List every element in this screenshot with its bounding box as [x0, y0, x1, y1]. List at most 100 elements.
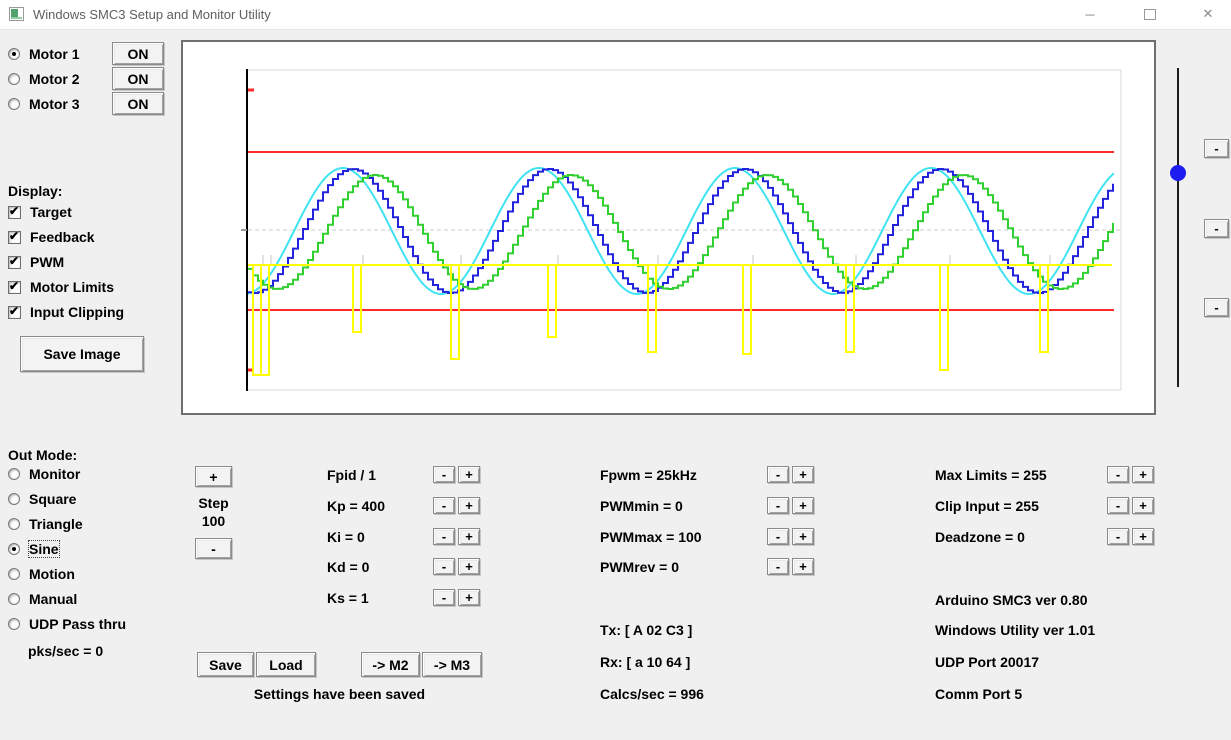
max-limits-label: Max Limits = 255 [935, 467, 1047, 483]
save-image-button[interactable]: Save Image [20, 336, 144, 372]
pwmrev-plus-button[interactable]: + [792, 558, 814, 575]
checkbox-feedback[interactable]: Feedback [8, 229, 95, 245]
kp-plus-button[interactable]: + [458, 497, 480, 514]
out-mode-triangle-label: Triangle [29, 516, 83, 532]
ki-plus-button[interactable]: + [458, 528, 480, 545]
pwmmin-minus-button[interactable]: - [767, 497, 789, 514]
kp-minus-button[interactable]: - [433, 497, 455, 514]
kd-minus-button[interactable]: - [433, 558, 455, 575]
deadzone-label: Deadzone = 0 [935, 529, 1025, 545]
checkbox-input-clipping[interactable]: Input Clipping [8, 304, 124, 320]
fpid-plus-button[interactable]: + [458, 466, 480, 483]
motor-2-radio[interactable]: Motor 2 [8, 71, 80, 87]
window-title: Windows SMC3 Setup and Monitor Utility [33, 7, 271, 22]
ks-minus-button[interactable]: - [433, 589, 455, 606]
out-mode-sine-radio[interactable]: Sine [8, 540, 60, 558]
step-minus-button[interactable]: - [195, 538, 232, 559]
radio-icon [8, 543, 20, 555]
kd-label: Kd = 0 [327, 559, 370, 575]
pwmmax-plus-button[interactable]: + [792, 528, 814, 545]
max-limits-plus-button[interactable]: + [1132, 466, 1154, 483]
calcs-per-sec: Calcs/sec = 996 [600, 686, 704, 702]
kd-plus-button[interactable]: + [458, 558, 480, 575]
out-mode-triangle-radio[interactable]: Triangle [8, 516, 83, 532]
step-plus-button[interactable]: + [195, 466, 232, 487]
maximize-icon [1144, 8, 1156, 20]
rx-status: Rx: [ a 10 64 ] [600, 654, 691, 670]
fpwm-minus-button[interactable]: - [767, 466, 789, 483]
fpwm-plus-button[interactable]: + [792, 466, 814, 483]
out-mode-motion-radio[interactable]: Motion [8, 566, 75, 582]
scale-minus-button-2[interactable]: - [1204, 219, 1229, 238]
tx-status: Tx: [ A 02 C3 ] [600, 622, 693, 638]
out-mode-sine-label: Sine [28, 540, 60, 558]
ks-label: Ks = 1 [327, 590, 369, 606]
max-limits-minus-button[interactable]: - [1107, 466, 1129, 483]
save-settings-button[interactable]: Save [197, 652, 254, 677]
checkbox-target[interactable]: Target [8, 204, 72, 220]
checkbox-input-clipping-label: Input Clipping [30, 304, 125, 320]
pwmmax-label: PWMmax = 100 [600, 529, 702, 545]
utility-version: Windows Utility ver 1.01 [935, 622, 1096, 638]
fpid-minus-button[interactable]: - [433, 466, 455, 483]
motor-2-label: Motor 2 [29, 71, 80, 87]
checkbox-motor-limits-label: Motor Limits [30, 279, 114, 295]
deadzone-minus-button[interactable]: - [1107, 528, 1129, 545]
maximize-button[interactable] [1127, 0, 1173, 28]
radio-icon [8, 98, 20, 110]
scale-slider-handle[interactable] [1170, 165, 1186, 181]
motor-1-label: Motor 1 [29, 46, 80, 62]
clip-input-plus-button[interactable]: + [1132, 497, 1154, 514]
pwmmax-minus-button[interactable]: - [767, 528, 789, 545]
ki-label: Ki = 0 [327, 529, 365, 545]
scale-minus-button-3[interactable]: - [1204, 298, 1229, 317]
copy-to-m3-button[interactable]: -> M3 [422, 652, 482, 677]
kp-label: Kp = 400 [327, 498, 385, 514]
pwmmin-label: PWMmin = 0 [600, 498, 683, 514]
title-bar: Windows SMC3 Setup and Monitor Utility ─… [0, 0, 1231, 30]
radio-icon [8, 493, 20, 505]
fpwm-label: Fpwm = 25kHz [600, 467, 697, 483]
motor-3-label: Motor 3 [29, 96, 80, 112]
radio-icon [8, 48, 20, 60]
checkbox-pwm[interactable]: PWM [8, 254, 64, 270]
motor-3-radio[interactable]: Motor 3 [8, 96, 80, 112]
out-mode-monitor-radio[interactable]: Monitor [8, 466, 80, 482]
fpid-label: Fpid / 1 [327, 467, 376, 483]
motor-1-radio[interactable]: Motor 1 [8, 46, 80, 62]
scale-minus-button-1[interactable]: - [1204, 139, 1229, 158]
checkbox-pwm-label: PWM [30, 254, 65, 270]
out-mode-motion-label: Motion [29, 566, 75, 582]
checkbox-icon [8, 279, 21, 294]
checkbox-icon [8, 254, 21, 269]
motor-1-on-button[interactable]: ON [112, 42, 164, 65]
out-mode-square-label: Square [29, 491, 77, 507]
out-mode-udp-radio[interactable]: UDP Pass thru [8, 616, 126, 632]
scale-slider-track[interactable] [1177, 68, 1179, 387]
motor-3-on-button[interactable]: ON [112, 92, 164, 115]
pwmmin-plus-button[interactable]: + [792, 497, 814, 514]
pwmrev-minus-button[interactable]: - [767, 558, 789, 575]
out-mode-manual-label: Manual [29, 591, 78, 607]
out-mode-manual-radio[interactable]: Manual [8, 591, 77, 607]
checkbox-feedback-label: Feedback [30, 229, 95, 245]
clip-input-minus-button[interactable]: - [1107, 497, 1129, 514]
pks-per-sec-label: pks/sec = 0 [28, 643, 104, 659]
close-button[interactable]: ✕ [1185, 0, 1231, 28]
deadzone-plus-button[interactable]: + [1132, 528, 1154, 545]
checkbox-icon [8, 229, 21, 244]
checkbox-icon [8, 204, 21, 219]
out-mode-udp-label: UDP Pass thru [29, 616, 126, 632]
checkbox-icon [8, 304, 21, 319]
out-mode-square-radio[interactable]: Square [8, 491, 76, 507]
pwmrev-label: PWMrev = 0 [600, 559, 679, 575]
minimize-button[interactable]: ─ [1067, 0, 1113, 28]
motor-2-on-button[interactable]: ON [112, 67, 164, 90]
load-settings-button[interactable]: Load [256, 652, 316, 677]
radio-icon [8, 73, 20, 85]
ki-minus-button[interactable]: - [433, 528, 455, 545]
copy-to-m2-button[interactable]: -> M2 [361, 652, 420, 677]
ks-plus-button[interactable]: + [458, 589, 480, 606]
clip-input-label: Clip Input = 255 [935, 498, 1039, 514]
checkbox-motor-limits[interactable]: Motor Limits [8, 279, 114, 295]
